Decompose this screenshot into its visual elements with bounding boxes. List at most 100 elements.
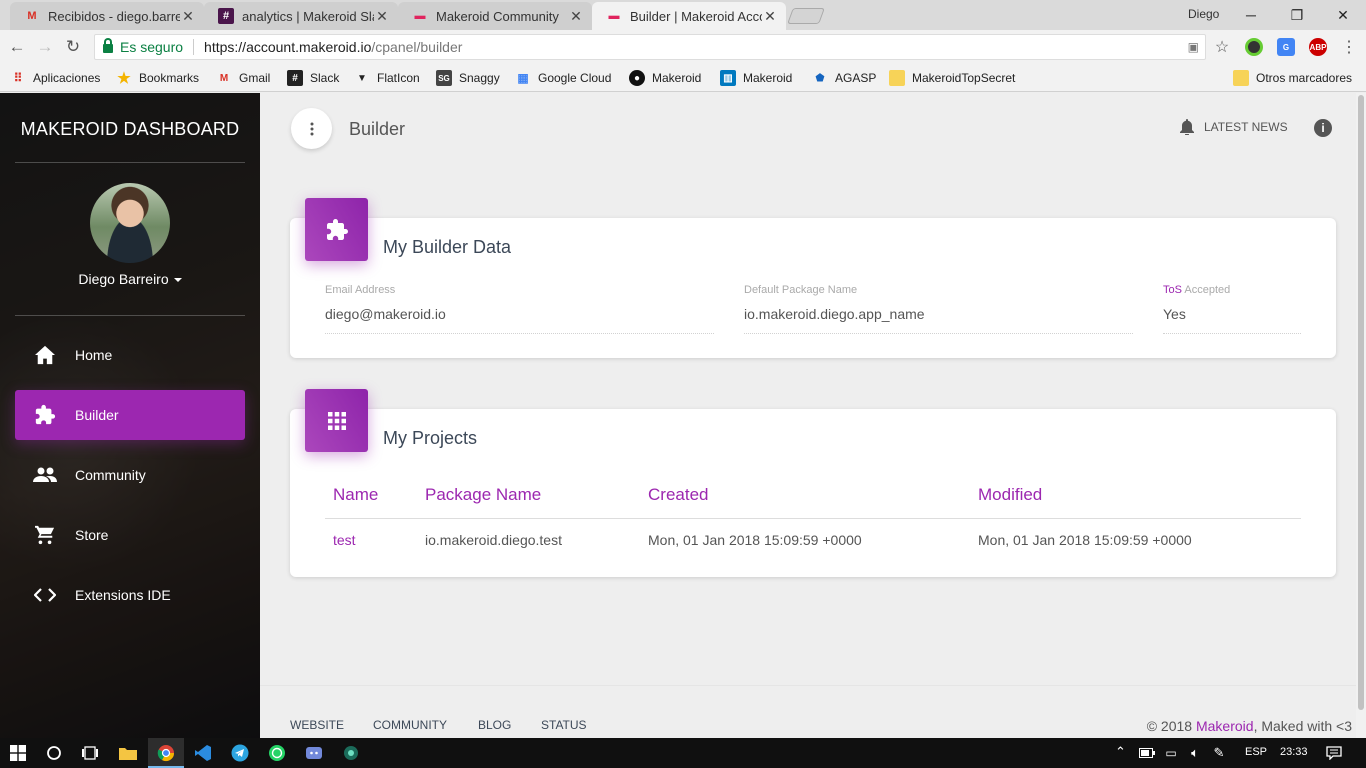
url-path: /cpanel/builder — [371, 39, 463, 55]
puzzle-icon — [305, 198, 368, 261]
more-vertical-icon — [310, 122, 313, 135]
bookmark-item[interactable]: # Slack — [287, 70, 339, 86]
vscode-icon[interactable] — [192, 742, 214, 764]
bookmark-item[interactable]: MakeroidTopSecret — [889, 70, 1015, 86]
blocked-popup-icon[interactable]: ▣ — [1188, 40, 1199, 54]
bookmark-item[interactable]: ⬟ AGASP — [812, 70, 877, 86]
back-arrow-icon[interactable]: ← — [6, 36, 28, 58]
bookmark-other[interactable]: Otros marcadores — [1233, 70, 1352, 86]
makeroid-icon: ▬ — [414, 10, 426, 22]
brand-title[interactable]: MAKEROID DASHBOARD — [0, 119, 260, 140]
sidebar-item-home[interactable]: Home — [15, 330, 245, 380]
email-field[interactable]: Email Address diego@makeroid.io — [325, 284, 714, 334]
sidebar-item-extensions-ide[interactable]: Extensions IDE — [15, 570, 245, 620]
footer-link-website[interactable]: WEBSITE — [290, 718, 344, 732]
footer-link-status[interactable]: STATUS — [541, 718, 587, 732]
battery-icon[interactable] — [1136, 742, 1158, 764]
minimize-window-icon[interactable]: ─ — [1228, 0, 1274, 30]
latest-news-label: LATEST NEWS — [1204, 120, 1288, 134]
email-value: diego@makeroid.io — [325, 306, 446, 322]
close-window-icon[interactable]: ✕ — [1320, 0, 1366, 30]
copyright-brand-link[interactable]: Makeroid — [1196, 718, 1254, 734]
browser-tab[interactable]: ▬ Makeroid Community ✕ — [398, 2, 592, 30]
restore-window-icon[interactable]: ❐ — [1274, 0, 1320, 30]
close-tab-icon[interactable]: ✕ — [374, 8, 390, 25]
volume-icon[interactable]: 🔈︎ — [1184, 742, 1206, 764]
menu-kebab-icon[interactable]: ⋮ — [1338, 36, 1360, 58]
column-header-modified[interactable]: Modified — [978, 485, 1042, 505]
file-explorer-icon[interactable] — [117, 742, 139, 764]
makeroid-icon: ▬ — [608, 10, 620, 22]
discord-icon[interactable] — [303, 742, 325, 764]
slack-icon: # — [287, 70, 303, 86]
browser-tab[interactable]: # analytics | Makeroid Slack ✕ — [204, 2, 398, 30]
sidebar-item-builder[interactable]: Builder — [15, 390, 245, 440]
bookmark-item[interactable]: M Gmail — [216, 70, 271, 86]
clock[interactable]: 23:33 — [1280, 746, 1308, 758]
browser-tab-active[interactable]: ▬ Builder | Makeroid Account ✕ — [592, 2, 786, 30]
info-icon[interactable]: i — [1314, 119, 1332, 137]
browser-toolbar: ← → ↻ Es seguro https://account.makeroid… — [0, 30, 1366, 64]
copyright: © 2018 Makeroid, Maked with <3 — [1147, 718, 1352, 734]
browser-tab[interactable]: M Recibidos - diego.barreiro ✕ — [10, 2, 204, 30]
task-view-icon[interactable] — [79, 742, 101, 764]
sidebar-item-label: Home — [75, 347, 113, 363]
show-hidden-icons[interactable]: ⌃ — [1115, 744, 1126, 760]
action-center-icon[interactable] — [1323, 742, 1345, 764]
browser-tab-strip: M Recibidos - diego.barreiro ✕ # analyti… — [0, 0, 1366, 30]
language-indicator[interactable]: ESP — [1245, 746, 1267, 758]
copyright-suffix: , Maked with <3 — [1253, 718, 1352, 734]
project-name-link[interactable]: test — [333, 532, 356, 548]
scrollbar[interactable] — [1356, 93, 1366, 738]
profile-name[interactable]: Diego — [1188, 7, 1219, 21]
sidebar-toggle-button[interactable] — [291, 108, 332, 149]
package-name-field[interactable]: Default Package Name io.makeroid.diego.a… — [744, 284, 1133, 334]
user-menu[interactable]: Diego Barreiro — [0, 271, 260, 287]
windows-start-icon[interactable] — [7, 742, 29, 764]
sidebar-item-store[interactable]: Store — [15, 510, 245, 560]
reload-icon[interactable]: ↻ — [62, 36, 84, 58]
puzzle-icon — [30, 404, 60, 426]
star-bookmark-icon[interactable]: ☆ — [1211, 36, 1233, 58]
close-tab-icon[interactable]: ✕ — [180, 8, 196, 25]
address-bar[interactable]: Es seguro https://account.makeroid.io/cp… — [94, 34, 1206, 60]
sidebar-item-community[interactable]: Community — [15, 450, 245, 500]
secure-label: Es seguro — [120, 39, 184, 55]
close-tab-icon[interactable]: ✕ — [568, 8, 584, 25]
bookmark-item[interactable]: SG Snaggy — [436, 70, 500, 86]
footer-link-community[interactable]: COMMUNITY — [373, 718, 447, 732]
card-title: My Builder Data — [383, 237, 512, 257]
new-tab-button[interactable] — [787, 8, 825, 24]
footer-link-blog[interactable]: BLOG — [478, 718, 511, 732]
column-header-name[interactable]: Name — [333, 485, 378, 505]
bookmark-apps[interactable]: ⠿ Aplicaciones — [10, 70, 101, 86]
extension-circle-icon[interactable] — [1245, 38, 1263, 56]
search-icon[interactable] — [43, 742, 65, 764]
column-header-created[interactable]: Created — [648, 485, 708, 505]
table-row[interactable]: test io.makeroid.diego.test Mon, 01 Jan … — [325, 519, 1301, 563]
pen-icon[interactable]: ✎ — [1208, 742, 1230, 764]
scrollbar-thumb[interactable] — [1358, 95, 1364, 710]
adblock-icon[interactable]: ABP — [1309, 38, 1327, 56]
translate-icon[interactable]: G — [1277, 38, 1295, 56]
chrome-icon[interactable] — [155, 742, 177, 764]
forward-arrow-icon[interactable]: → — [34, 36, 56, 58]
bookmark-item[interactable]: ▼ FlatIcon — [354, 70, 420, 86]
bookmark-item[interactable]: ★ Bookmarks — [116, 70, 199, 87]
app-icon[interactable] — [340, 742, 362, 764]
network-icon[interactable]: ▭ — [1160, 742, 1182, 764]
latest-news-button[interactable]: LATEST NEWS — [1180, 119, 1288, 135]
bookmark-item[interactable]: ▦ Google Cloud — [515, 70, 611, 86]
tos-link[interactable]: ToS — [1163, 284, 1182, 296]
telegram-icon[interactable] — [229, 742, 251, 764]
bookmark-item[interactable]: ▥ Makeroid — [720, 70, 792, 86]
close-tab-icon[interactable]: ✕ — [762, 8, 778, 25]
tos-accepted-field: ToS Accepted Yes — [1163, 284, 1301, 334]
bookmark-item[interactable]: ● Makeroid — [629, 70, 701, 86]
whatsapp-icon[interactable] — [266, 742, 288, 764]
page-title: Builder — [349, 119, 406, 139]
bookmark-label: Google Cloud — [538, 71, 612, 85]
code-icon — [30, 588, 60, 602]
cart-icon — [30, 525, 60, 545]
column-header-package-name[interactable]: Package Name — [425, 485, 541, 505]
